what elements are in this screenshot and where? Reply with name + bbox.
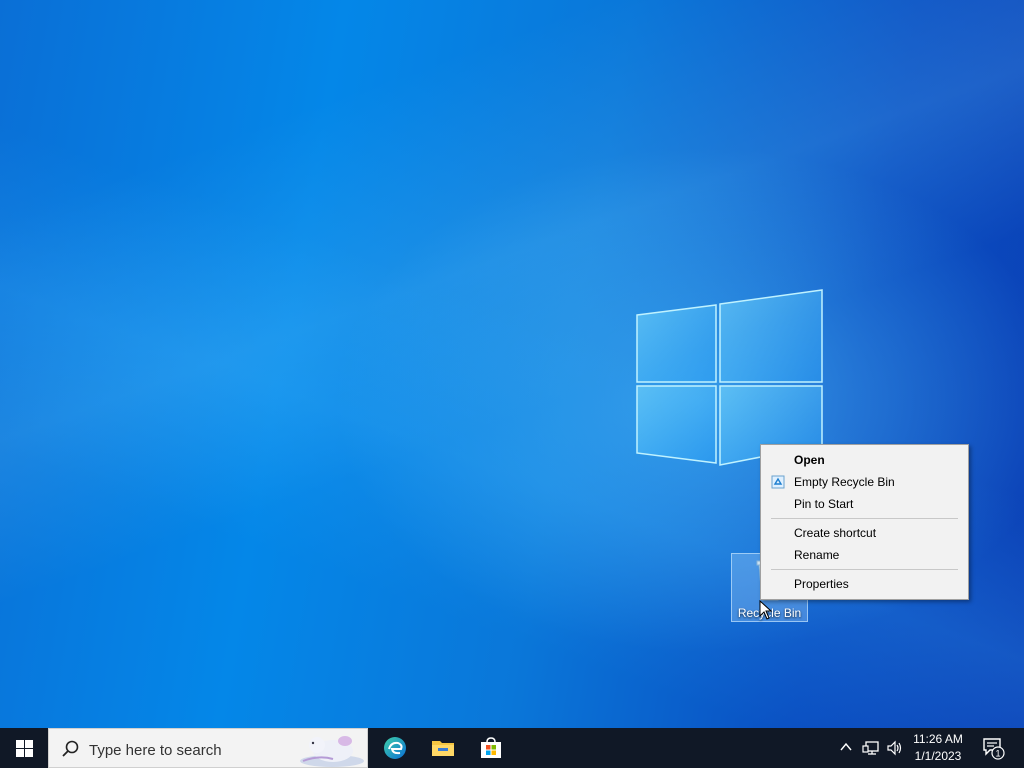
menu-item-label: Empty Recycle Bin	[794, 475, 895, 489]
context-menu: Open Empty Recycle Bin Pin to Start Crea…	[760, 444, 969, 600]
menu-separator	[771, 569, 958, 570]
folder-icon	[432, 741, 454, 756]
menu-separator	[771, 518, 958, 519]
recycle-icon	[771, 475, 785, 489]
menu-item-properties[interactable]: Properties	[761, 573, 968, 595]
mouse-cursor-icon	[759, 600, 773, 620]
taskbar-app-store[interactable]	[467, 728, 515, 768]
clock-date: 1/1/2023	[914, 749, 962, 763]
light-beam	[0, 0, 1024, 728]
menu-item-label: Rename	[794, 548, 840, 562]
action-center-button[interactable]: 1	[980, 736, 1008, 764]
desktop-background[interactable]: Recycle Bin Open Empty Recycle Bin Pin t…	[0, 0, 1024, 728]
menu-item-label: Pin to Start	[794, 497, 854, 511]
menu-item-pin-to-start[interactable]: Pin to Start	[761, 493, 968, 515]
taskbar-app-file-explorer[interactable]	[419, 728, 467, 768]
taskbar-clock[interactable]: 11:26 AM 1/1/2023	[904, 731, 972, 765]
windows-icon	[16, 740, 33, 757]
menu-item-label: Properties	[794, 577, 849, 591]
menu-item-empty-recycle-bin[interactable]: Empty Recycle Bin	[761, 471, 968, 493]
clock-time: 11:26 AM	[913, 732, 963, 746]
network-icon[interactable]	[862, 740, 880, 756]
taskbar: 11:26 AM 1/1/2023 1	[0, 728, 1024, 768]
menu-item-create-shortcut[interactable]: Create shortcut	[761, 522, 968, 544]
notification-count: 1	[995, 749, 1000, 759]
store-icon	[481, 737, 501, 758]
menu-item-label: Open	[794, 453, 825, 467]
volume-icon[interactable]	[886, 740, 904, 756]
menu-item-rename[interactable]: Rename	[761, 544, 968, 566]
chevron-up-icon[interactable]	[839, 740, 853, 754]
menu-item-label: Create shortcut	[794, 526, 877, 540]
search-highlight-illustration-icon	[300, 736, 364, 767]
search-input[interactable]	[87, 738, 291, 762]
search-box[interactable]	[48, 728, 368, 768]
start-button[interactable]	[0, 728, 48, 768]
notification-icon: 1	[983, 738, 1005, 760]
menu-item-open[interactable]: Open	[761, 449, 968, 471]
taskbar-app-edge[interactable]	[371, 728, 419, 768]
search-icon	[62, 740, 79, 757]
edge-icon	[384, 737, 406, 759]
